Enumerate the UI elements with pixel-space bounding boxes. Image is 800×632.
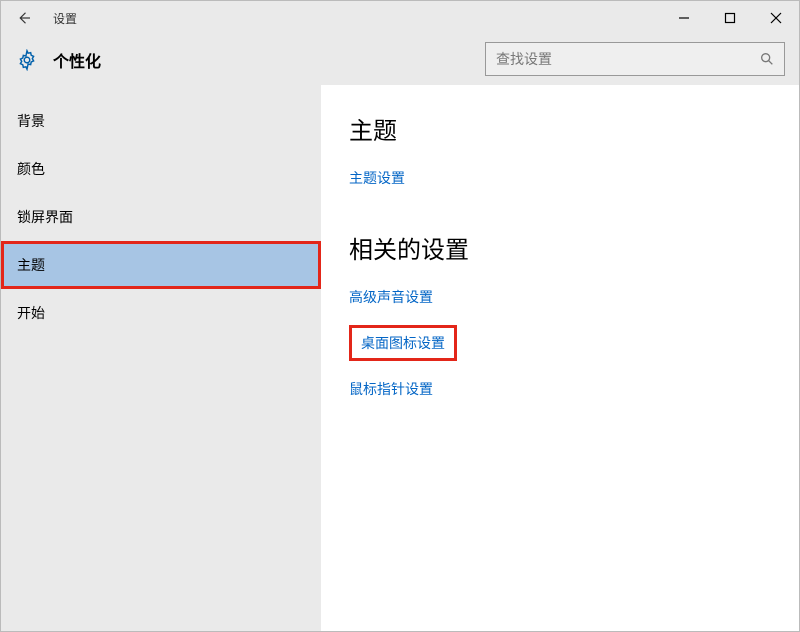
sidebar-item-start[interactable]: 开始 <box>1 289 321 337</box>
sidebar-item-label: 颜色 <box>17 161 45 177</box>
gear-icon <box>15 48 39 72</box>
minimize-icon <box>678 12 690 24</box>
close-button[interactable] <box>753 1 799 35</box>
sidebar-item-label: 开始 <box>17 305 45 321</box>
page-title: 个性化 <box>53 48 101 72</box>
sidebar-item-themes[interactable]: 主题 <box>1 241 321 289</box>
search-icon <box>750 51 784 67</box>
back-arrow-icon <box>15 9 33 27</box>
link-theme-settings[interactable]: 主题设置 <box>349 164 405 192</box>
maximize-button[interactable] <box>707 1 753 35</box>
sidebar: 背景 颜色 锁屏界面 主题 开始 <box>1 85 321 631</box>
sidebar-item-label: 主题 <box>17 257 45 273</box>
sidebar-item-label: 背景 <box>17 113 45 129</box>
related-heading: 相关的设置 <box>349 230 771 265</box>
maximize-icon <box>724 12 736 24</box>
sidebar-item-label: 锁屏界面 <box>17 209 73 225</box>
sidebar-item-lockscreen[interactable]: 锁屏界面 <box>1 193 321 241</box>
main: 背景 颜色 锁屏界面 主题 开始 主题 主题设置 相关的设置 高级声音设置 桌面… <box>1 85 799 631</box>
search-input[interactable] <box>486 51 750 67</box>
minimize-button[interactable] <box>661 1 707 35</box>
close-icon <box>770 12 782 24</box>
link-desktop-icons[interactable]: 桌面图标设置 <box>349 325 457 361</box>
content: 主题 主题设置 相关的设置 高级声音设置 桌面图标设置 鼠标指针设置 <box>321 85 799 631</box>
sidebar-item-colors[interactable]: 颜色 <box>1 145 321 193</box>
link-advanced-sound[interactable]: 高级声音设置 <box>349 283 433 311</box>
sidebar-item-background[interactable]: 背景 <box>1 97 321 145</box>
window-controls <box>661 1 799 35</box>
search-box[interactable] <box>485 42 785 76</box>
link-mouse-pointer[interactable]: 鼠标指针设置 <box>349 375 433 403</box>
content-heading: 主题 <box>349 111 771 146</box>
window-title: 设置 <box>53 10 77 27</box>
back-button[interactable] <box>1 1 47 35</box>
header: 个性化 <box>1 35 799 85</box>
titlebar: 设置 <box>1 1 799 35</box>
